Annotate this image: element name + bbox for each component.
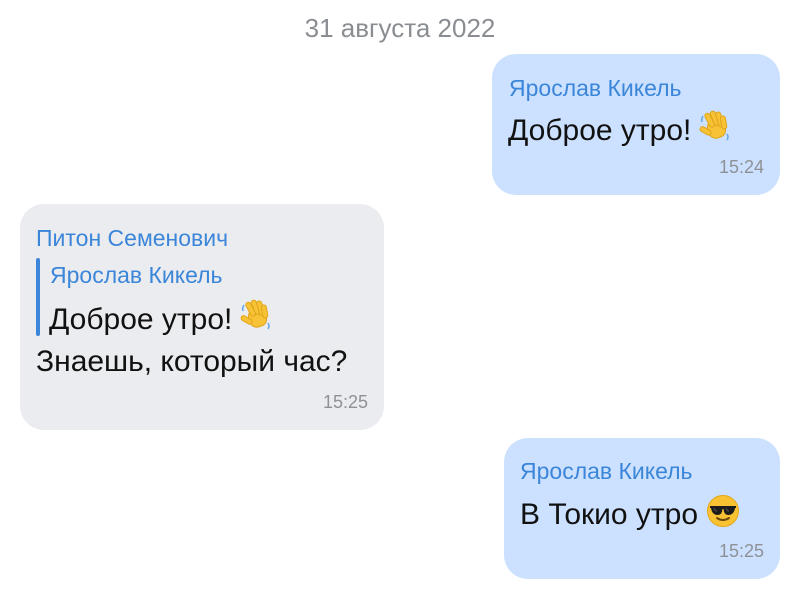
message-time: 15:24 bbox=[718, 157, 764, 177]
sunglasses-face-icon bbox=[706, 494, 740, 538]
message-sender[interactable]: Ярослав Кикель bbox=[509, 74, 682, 102]
message-text: Знаешь, который час? bbox=[36, 345, 348, 378]
message-text: В Токио утро bbox=[520, 498, 699, 531]
message-bubble-incoming[interactable]: Питон Семенович Ярослав Кикель Доброе ут… bbox=[20, 204, 384, 430]
message-text-row: В Токио утро bbox=[520, 494, 740, 538]
message-bubble-outgoing[interactable]: Ярослав Кикель В Токио утро 15:25 bbox=[504, 438, 780, 579]
reply-sender: Ярослав Кикель bbox=[50, 262, 223, 288]
message-sender[interactable]: Ярослав Кикель bbox=[520, 457, 693, 485]
reply-text-row: Доброе утро! bbox=[49, 299, 274, 343]
waving-hand-icon bbox=[240, 299, 274, 343]
message-text: Доброе утро! bbox=[508, 114, 692, 147]
waving-hand-icon bbox=[699, 110, 733, 154]
message-time: 15:25 bbox=[718, 541, 764, 561]
message-text-row: Доброе утро! bbox=[508, 110, 733, 154]
message-sender[interactable]: Питон Семенович bbox=[36, 224, 228, 252]
date-separator: 31 августа 2022 bbox=[304, 13, 496, 43]
reply-text: Доброе утро! bbox=[49, 303, 233, 336]
message-time: 15:25 bbox=[322, 392, 368, 412]
reply-bar bbox=[36, 258, 40, 336]
message-bubble-outgoing[interactable]: Ярослав Кикель Доброе утро! 15:24 bbox=[492, 54, 780, 195]
